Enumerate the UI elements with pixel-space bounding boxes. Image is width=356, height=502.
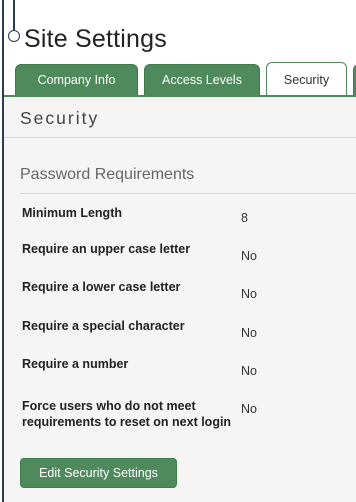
setting-label-lower-case: Require a lower case letter [22,280,181,294]
settings-tabs: Company Info Access Levels Security [15,62,356,96]
section-title: Password Requirements [20,166,195,183]
panel-heading-divider [4,137,356,138]
edit-security-settings-button[interactable]: Edit Security Settings [20,458,177,488]
setting-label-special-character: Require a special character [22,319,185,333]
tab-access-levels[interactable]: Access Levels [144,64,260,95]
setting-label-upper-case: Require an upper case letter [22,242,191,256]
setting-value-lower-case: No [241,287,257,301]
page-title: Site Settings [24,25,167,53]
panel-top-border [4,95,356,97]
security-panel [4,95,356,502]
section-divider [20,193,356,194]
setting-value-force-reset: No [241,402,257,416]
setting-value-number: No [241,364,257,378]
setting-value-special-character: No [241,326,257,340]
panel-heading: Security [20,108,100,128]
setting-value-minimum-length: 8 [241,211,248,225]
tab-company-info[interactable]: Company Info [15,64,138,95]
tree-node-icon [8,30,20,42]
tree-connector-line [13,0,15,32]
setting-label-number: Require a number [22,357,129,371]
setting-label-minimum-length: Minimum Length [22,206,122,220]
setting-label-force-reset: Force users who do not meet requirements… [22,399,232,429]
tab-security[interactable]: Security [266,62,347,96]
setting-value-upper-case: No [241,249,257,263]
